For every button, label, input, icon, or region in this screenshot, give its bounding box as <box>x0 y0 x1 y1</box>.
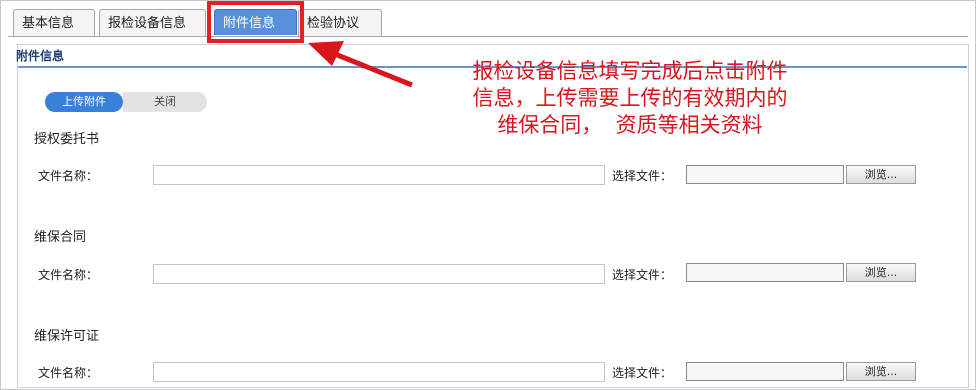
annotation-text: 报检设备信息填写完成后点击附件 信息，上传需要上传的有效期内的 维保合同， 资质… <box>405 58 855 139</box>
annotation-line: 信息，上传需要上传的有效期内的 <box>472 86 788 110</box>
annotation-line: 报检设备信息填写完成后点击附件 <box>472 59 788 83</box>
annotation-line: 维保合同， 资质等相关资料 <box>497 113 763 137</box>
